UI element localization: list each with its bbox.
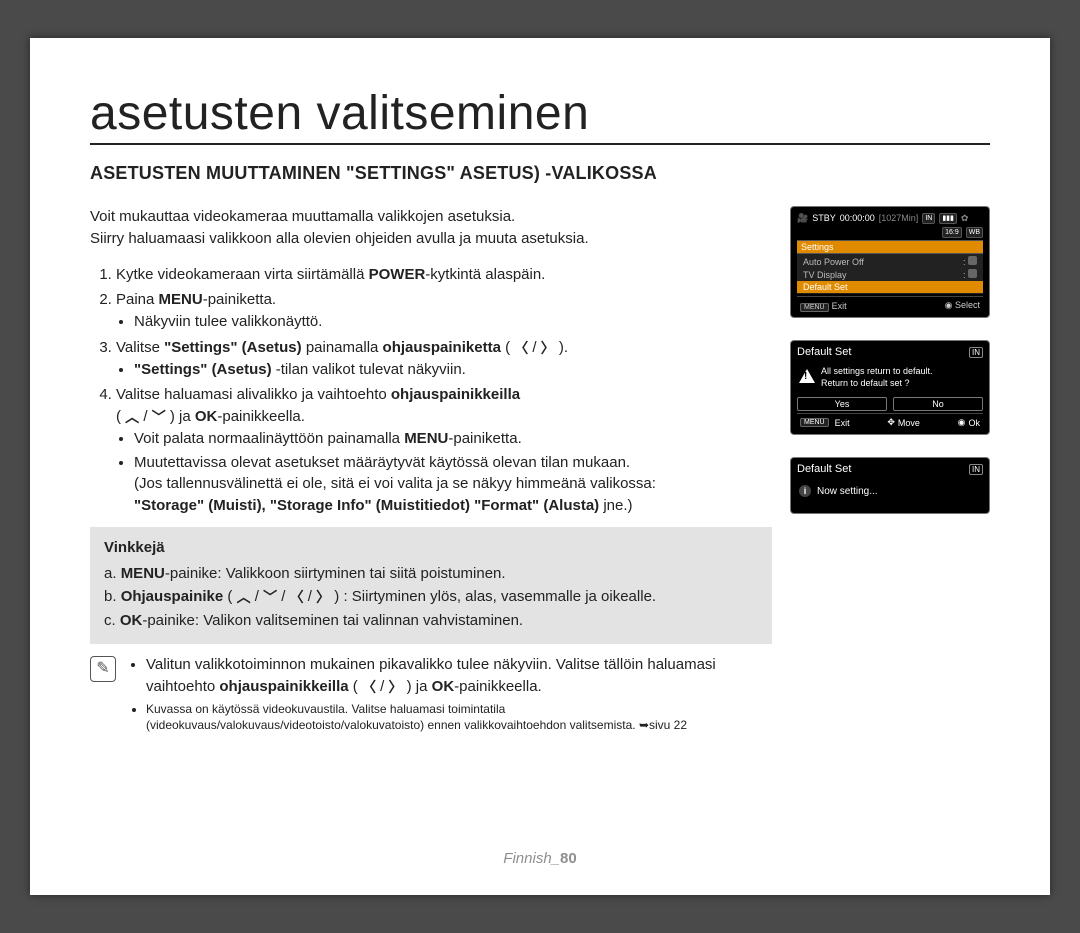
record-time: 00:00:00 xyxy=(840,213,875,223)
menu-row-defaultset: Default Set xyxy=(797,281,983,293)
tvdisplay-icon xyxy=(968,269,977,278)
screen3-title-row: Default Set IN xyxy=(797,463,983,475)
chevron-right-icon: 〉 xyxy=(541,340,555,356)
remain-time: [1027Min] xyxy=(879,213,919,223)
wb-icon: WB xyxy=(966,227,983,238)
note-icon: ✎ xyxy=(90,656,116,682)
intro-line1: Voit mukauttaa videokameraa muuttamalla … xyxy=(90,208,515,225)
content-wrap: Voit mukauttaa videokameraa muuttamalla … xyxy=(90,206,990,734)
note-1: Valitun valikkotoiminnon mukainen pikava… xyxy=(146,654,772,698)
select-label: Select xyxy=(955,300,980,310)
screen1-subbar: 16:9 WB xyxy=(797,227,983,238)
step-3: Valitse "Settings" (Asetus) painamalla o… xyxy=(116,337,772,381)
camera-screen-confirm: Default Set IN All settings return to de… xyxy=(790,340,990,435)
steps-list: Kytke videokameraan virta siirtämällä PO… xyxy=(90,264,772,517)
step-1: Kytke videokameraan virta siirtämällä PO… xyxy=(116,264,772,286)
screenshots-column: 🎥 STBY 00:00:00 [1027Min] IN ▮▮▮ ✿ 16:9 … xyxy=(790,206,990,734)
tips-title: Vinkkejä xyxy=(104,537,758,559)
yes-button[interactable]: Yes xyxy=(797,397,887,411)
extra-icons: ✿ xyxy=(961,213,969,224)
ok-label: Ok xyxy=(968,418,980,428)
intro-paragraph: Voit mukauttaa videokameraa muuttamalla … xyxy=(90,206,772,250)
chevron-down-icon: ﹀ xyxy=(152,409,166,425)
stby-label: STBY xyxy=(812,213,836,223)
screen3-title: Default Set xyxy=(797,463,851,475)
storage-in-badge: IN xyxy=(969,347,983,358)
step-4-sub2: Muutettavissa olevat asetukset määräytyv… xyxy=(134,452,772,517)
chevron-left-icon: 〈 xyxy=(362,679,376,695)
note-2: Kuvassa on käytössä videokuvaustila. Val… xyxy=(146,701,772,733)
manual-page: asetusten valitseminen ASETUSTEN MUUTTAM… xyxy=(30,38,1050,895)
step-2-sub: Näkyviin tulee valikkonäyttö. xyxy=(134,311,772,333)
aspect-badge: 16:9 xyxy=(942,227,962,238)
step-2: Paina MENU-painiketta. Näkyviin tulee va… xyxy=(116,289,772,333)
chevron-down-icon: ﹀ xyxy=(263,589,277,605)
move-label: Move xyxy=(898,418,920,428)
chevron-right-icon: 〉 xyxy=(316,589,330,605)
screen2-title: Default Set xyxy=(797,346,851,358)
settings-header: Settings xyxy=(797,240,983,254)
menu-row-tvdisplay: TV Display: xyxy=(797,268,983,281)
screen1-statusbar: 🎥 STBY 00:00:00 [1027Min] IN ▮▮▮ ✿ xyxy=(797,212,983,224)
chevron-up-icon: ︿ xyxy=(237,589,251,605)
screen2-message: All settings return to default. Return t… xyxy=(821,366,933,389)
page-number: Finnish_80 xyxy=(503,850,576,867)
screen2-bottombar: MENUExit ✥ Move ◉ Ok xyxy=(797,413,983,428)
step-3-sub: "Settings" (Asetus) -tilan valikot tulev… xyxy=(134,359,772,381)
exit-label: Exit xyxy=(832,301,847,311)
storage-in-badge: IN xyxy=(969,464,983,475)
chevron-left-icon: 〈 xyxy=(514,340,528,356)
tips-list: a. MENU-painike: Valikkoon siirtyminen t… xyxy=(104,563,758,632)
tip-b: b. Ohjauspainike ( ︿ / ﹀ / 〈 / 〉 ) : Sii… xyxy=(104,586,758,608)
warning-icon xyxy=(799,369,815,383)
exit-label: Exit xyxy=(835,418,850,428)
tips-box: Vinkkejä a. MENU-painike: Valikkoon siir… xyxy=(90,527,772,644)
screen1-bottombar: MENUExit ◉ Select xyxy=(797,296,983,311)
settings-menu-body: Auto Power Off: TV Display: Default Set xyxy=(797,254,983,294)
note-list: Valitun valikkotoiminnon mukainen pikava… xyxy=(128,654,772,734)
menu-chip: MENU xyxy=(800,303,829,312)
tip-a: a. MENU-painike: Valikkoon siirtyminen t… xyxy=(104,563,758,585)
body-text: Voit mukauttaa videokameraa muuttamalla … xyxy=(90,206,772,734)
menu-chip: MENU xyxy=(800,418,829,427)
camera-screen-settings: 🎥 STBY 00:00:00 [1027Min] IN ▮▮▮ ✿ 16:9 … xyxy=(790,206,990,318)
step-4-sub1: Voit palata normaalinäyttöön painamalla … xyxy=(134,428,772,450)
screen2-title-row: Default Set IN xyxy=(797,346,983,358)
camera-screen-nowsetting: Default Set IN i Now setting... xyxy=(790,457,990,514)
note-block: ✎ Valitun valikkotoiminnon mukainen pika… xyxy=(90,654,772,734)
chevron-up-icon: ︿ xyxy=(125,409,139,425)
section-heading: ASETUSTEN MUUTTAMINEN "SETTINGS" ASETUS)… xyxy=(90,163,990,184)
camcorder-icon: 🎥 xyxy=(797,213,808,224)
step-4: Valitse haluamasi alivalikko ja vaihtoeh… xyxy=(116,384,772,517)
chevron-right-icon: 〉 xyxy=(388,679,402,695)
now-setting-label: Now setting... xyxy=(817,486,878,497)
screen2-body: All settings return to default. Return t… xyxy=(797,362,983,391)
intro-line2: Siirry haluamaasi valikkoon alla olevien… xyxy=(90,230,589,247)
no-button[interactable]: No xyxy=(893,397,983,411)
menu-row-autopoweroff: Auto Power Off: xyxy=(797,255,983,268)
screen3-body: i Now setting... xyxy=(797,479,983,507)
chevron-left-icon: 〈 xyxy=(290,589,304,605)
battery-icon: ▮▮▮ xyxy=(939,213,957,224)
storage-in-badge: IN xyxy=(922,213,935,224)
tip-c: c. OK-painike: Valikon valitseminen tai … xyxy=(104,610,758,632)
autopoweroff-icon xyxy=(968,256,977,265)
info-icon: i xyxy=(799,485,811,497)
yes-no-row: Yes No xyxy=(797,397,983,411)
page-title: asetusten valitseminen xyxy=(90,86,990,145)
